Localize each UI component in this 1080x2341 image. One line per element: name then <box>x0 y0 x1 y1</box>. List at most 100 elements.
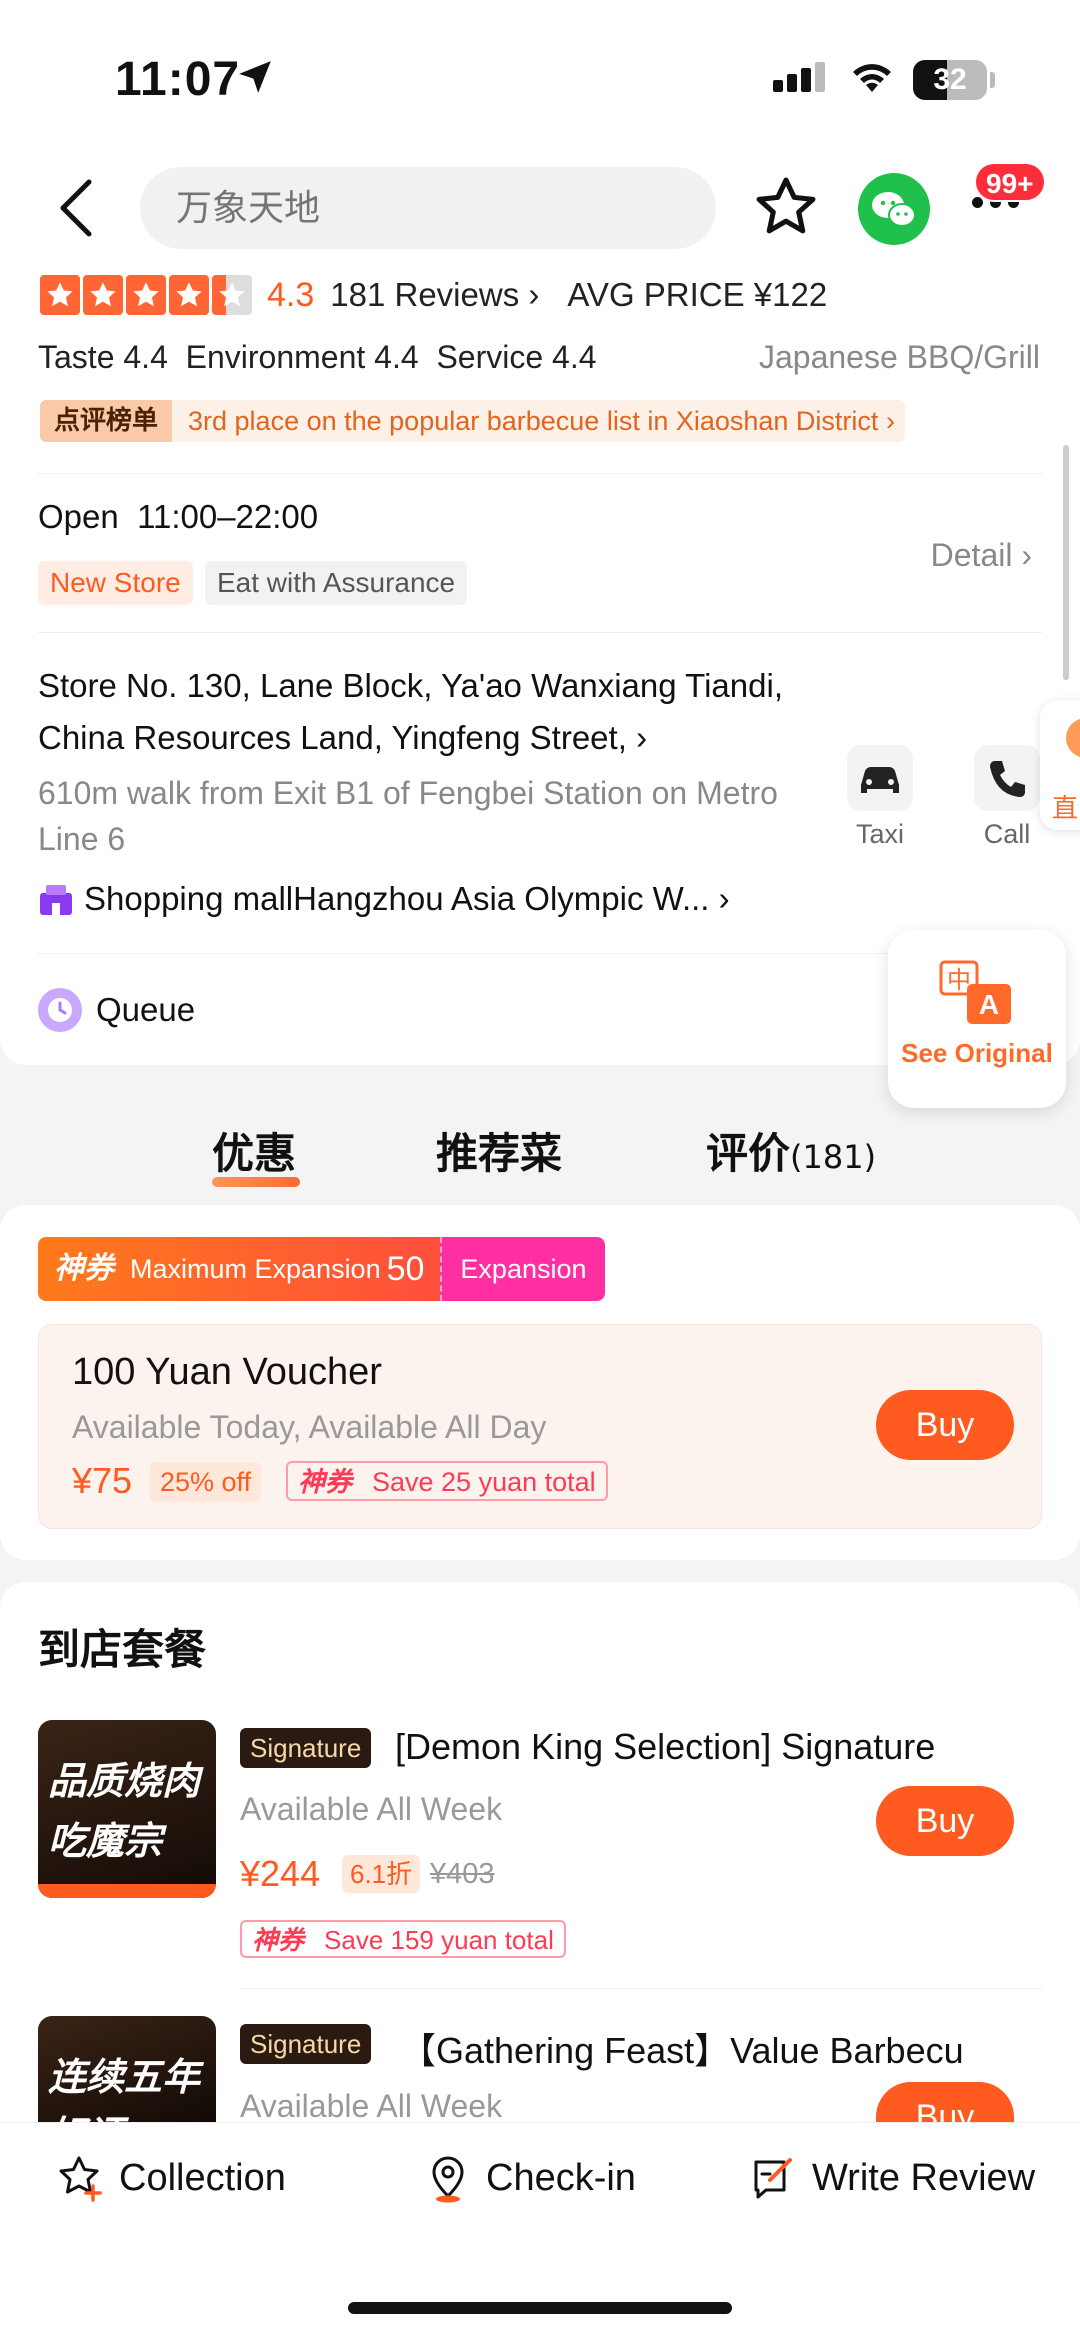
wechat-icon <box>872 192 916 227</box>
package-image[interactable]: 品质烧肉 吃魔宗 <box>38 1720 216 1898</box>
package-savings: 神券 Save 159 yuan total <box>240 1920 566 1958</box>
divider <box>38 473 1042 474</box>
rank-badge-brand: 点评榜单 <box>40 400 173 442</box>
rank-text: 3rd place on the popular barbecue list i… <box>188 406 879 436</box>
address[interactable]: Store No. 130, Lane Block, Ya'ao Wanxian… <box>38 660 798 764</box>
home-indicator[interactable] <box>348 2302 732 2314</box>
package-image-text: 好评一 <box>48 2104 162 2122</box>
back-icon[interactable] <box>55 178 99 238</box>
location-arrow-icon <box>239 61 271 93</box>
walking-directions: 610m walk from Exit B1 of Fengbei Statio… <box>38 775 778 857</box>
chevron-right-icon: › <box>636 719 648 756</box>
tab-reviews-count: (181) <box>790 1138 877 1176</box>
location-pin-icon <box>432 2156 464 2203</box>
see-original-button[interactable]: 中 A See Original <box>888 930 1066 1108</box>
chevron-right-icon: › <box>1021 537 1032 573</box>
tab-discounts-label: 优惠 <box>212 1129 297 1178</box>
write-review-label: Write Review <box>812 2156 1036 2199</box>
chevron-right-icon: › <box>718 880 730 917</box>
collection-star-icon <box>59 2156 102 2202</box>
star-rating <box>40 275 255 315</box>
tab-reviews-label: 评价 <box>706 1129 791 1178</box>
chevron-right-icon: › <box>528 276 540 313</box>
side-floating-label: 直 <box>1052 794 1079 824</box>
shopping-mall-text: Shopping mallHangzhou Asia Olympic W... <box>84 880 710 917</box>
side-floating-icon <box>1066 718 1080 758</box>
call-button[interactable]: Call <box>967 745 1047 850</box>
voucher-discount: 25% off <box>150 1462 262 1502</box>
phone-icon <box>974 745 1040 811</box>
package-image-text: 品质烧肉 <box>48 1759 201 1803</box>
package-availability: Available All Week <box>240 2088 503 2124</box>
queue-row[interactable]: Queue <box>38 988 195 1032</box>
side-floating-button[interactable]: 直 <box>1040 700 1080 830</box>
sub-scores: Taste 4.4 Environment 4.4 Service 4.4 <box>38 339 597 375</box>
wechat-share-button[interactable] <box>858 173 930 245</box>
package-title[interactable]: [Demon King Selection] Signature <box>395 1726 935 1768</box>
avg-price: AVG PRICE ¥122 <box>567 276 828 313</box>
search-input[interactable] <box>140 167 716 249</box>
status-time: 11:07 <box>115 53 241 106</box>
collection-label: Collection <box>119 2156 286 2199</box>
tab-discounts[interactable]: 优惠 <box>212 1120 300 1187</box>
star-icon <box>169 275 209 315</box>
section-tabs: 优惠 推荐菜 评价(181) <box>0 1110 1080 1190</box>
package-heading: 到店套餐 <box>38 1625 207 1674</box>
voucher-savings-text: Save 25 yuan total <box>372 1467 596 1497</box>
favorite-star-icon[interactable] <box>752 173 820 241</box>
package-buy-button[interactable]: Buy <box>876 2082 1014 2122</box>
write-review-icon <box>754 2158 792 2199</box>
signature-badge: Signature <box>240 1728 372 1768</box>
shopping-mall-link[interactable]: Shopping mallHangzhou Asia Olympic W... … <box>38 880 730 918</box>
expansion-banner[interactable]: 神券 Maximum Expansion 50 Expansion <box>38 1237 605 1301</box>
detail-link[interactable]: Detail › <box>931 537 1032 574</box>
detail-link-label: Detail <box>930 537 1013 573</box>
call-label: Call <box>983 819 1031 849</box>
taxi-label: Taxi <box>855 819 904 849</box>
package-buy-button[interactable]: Buy <box>876 1786 1014 1856</box>
star-icon <box>83 275 123 315</box>
coupon-brand: 神券 <box>54 1251 114 1286</box>
star-icon <box>126 275 166 315</box>
package-title[interactable]: 【Gathering Feast】Value Barbecu <box>400 2022 964 2074</box>
address-text: Store No. 130, Lane Block, Ya'ao Wanxian… <box>38 667 783 756</box>
rank-badge[interactable]: 点评榜单 3rd place on the popular barbecue l… <box>40 400 905 442</box>
svg-text:A: A <box>979 989 999 1020</box>
eat-with-assurance-tag: Eat with Assurance <box>205 561 468 605</box>
wifi-icon <box>853 64 891 92</box>
package-price: ¥244 <box>240 1853 321 1894</box>
tab-recommended-label: 推荐菜 <box>436 1129 563 1178</box>
scrollbar[interactable] <box>1063 445 1069 680</box>
package-image[interactable]: 连续五年 好评一 <box>38 2016 216 2122</box>
star-half-icon <box>212 275 252 315</box>
divider <box>38 632 1042 633</box>
cuisine-label: Japanese BBQ/Grill <box>758 339 1040 375</box>
reviews-link-label: 181 Reviews <box>330 276 520 313</box>
search-bar[interactable] <box>140 167 716 249</box>
new-store-tag: New Store <box>38 561 193 605</box>
voucher-savings: 神券 Save 25 yuan total <box>286 1461 608 1501</box>
reviews-link[interactable]: 181 Reviews › <box>330 276 539 314</box>
expansion-amount: 50 <box>386 1250 425 1288</box>
expansion-text: Maximum Expansion <box>130 1254 381 1284</box>
signature-badge: Signature <box>240 2024 372 2064</box>
expansion-button[interactable]: Expansion <box>440 1237 605 1301</box>
package-image-text: 连续五年 <box>48 2055 201 2099</box>
tab-active-underline <box>212 1177 300 1187</box>
queue-label: Queue <box>96 991 196 1028</box>
write-review-button[interactable]: Write Review <box>748 2152 1035 2204</box>
package-image-text: 吃魔宗 <box>48 1819 163 1863</box>
coupon-brand: 神券 <box>298 1467 352 1498</box>
checkin-button[interactable]: Check-in <box>422 2152 636 2204</box>
battery-icon: 32 <box>913 60 987 100</box>
tab-recommended-dishes[interactable]: 推荐菜 <box>436 1120 562 1181</box>
tab-reviews[interactable]: 评价(181) <box>706 1120 876 1181</box>
voucher-buy-button[interactable]: Buy <box>876 1390 1014 1460</box>
rating-score: 4.3 <box>267 275 315 314</box>
package-original-price: ¥403 <box>430 1858 495 1890</box>
notification-badge: 99+ <box>974 162 1046 202</box>
collection-button[interactable]: Collection <box>55 2152 286 2204</box>
chevron-right-icon: › <box>885 406 895 436</box>
voucher-title: 100 Yuan Voucher <box>72 1351 382 1393</box>
taxi-button[interactable]: Taxi <box>840 745 920 850</box>
